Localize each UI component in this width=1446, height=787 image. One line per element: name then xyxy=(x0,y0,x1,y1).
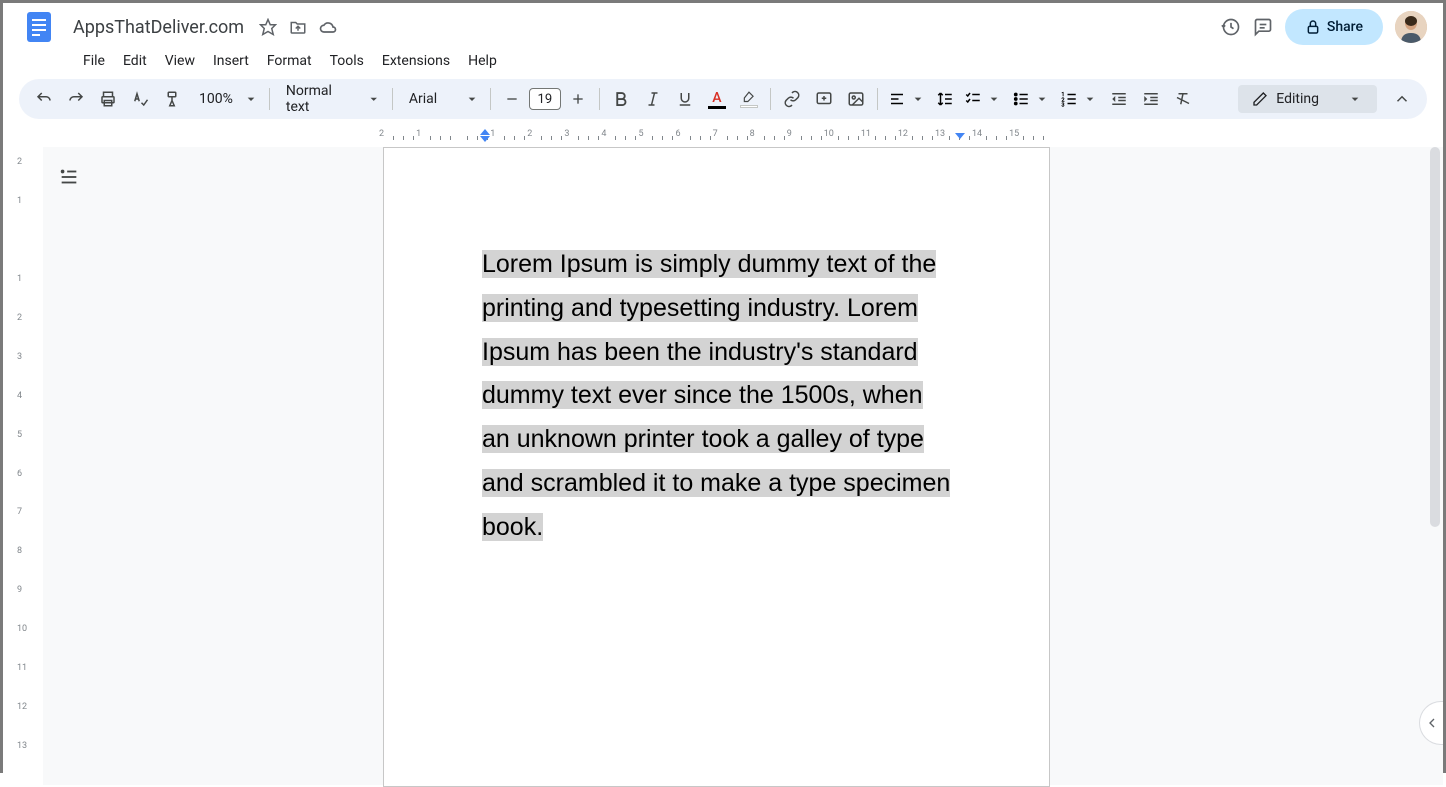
increase-font-size-button[interactable] xyxy=(563,84,593,114)
numbered-list-button[interactable]: 123 xyxy=(1056,90,1102,108)
style-value: Normal text xyxy=(280,83,363,115)
document-body[interactable]: Lorem Ipsum is simply dummy text of the … xyxy=(482,243,951,549)
menu-edit[interactable]: Edit xyxy=(115,49,155,73)
horizontal-ruler[interactable]: 21123456789101112131415 xyxy=(43,127,1443,147)
document-page[interactable]: Lorem Ipsum is simply dummy text of the … xyxy=(383,147,1050,787)
cloud-status-icon[interactable] xyxy=(318,17,338,37)
zoom-selector[interactable]: 100% xyxy=(189,91,263,107)
highlight-color-swatch xyxy=(740,105,758,108)
move-icon[interactable] xyxy=(288,17,308,37)
print-button[interactable] xyxy=(93,84,123,114)
star-icon[interactable] xyxy=(258,17,278,37)
text-color-button[interactable]: A xyxy=(702,84,732,114)
format-paint-button[interactable] xyxy=(157,84,187,114)
redo-button[interactable] xyxy=(61,84,91,114)
left-indent-marker[interactable] xyxy=(480,129,490,142)
style-selector[interactable]: Normal text xyxy=(276,83,386,115)
share-button[interactable]: Share xyxy=(1285,9,1383,45)
highlight-color-button[interactable] xyxy=(734,84,764,114)
italic-button[interactable] xyxy=(638,84,668,114)
bold-button[interactable] xyxy=(606,84,636,114)
decrease-font-size-button[interactable] xyxy=(497,84,527,114)
comments-icon[interactable] xyxy=(1253,17,1273,37)
increase-indent-button[interactable] xyxy=(1136,84,1166,114)
checklist-button[interactable] xyxy=(960,90,1006,108)
version-history-icon[interactable] xyxy=(1221,17,1241,37)
font-value: Arial xyxy=(403,91,443,107)
menu-file[interactable]: File xyxy=(75,49,113,73)
menu-format[interactable]: Format xyxy=(259,49,320,73)
mode-selector[interactable]: Editing xyxy=(1238,85,1377,113)
docs-logo[interactable] xyxy=(19,7,59,47)
share-label: Share xyxy=(1327,19,1363,35)
insert-link-button[interactable] xyxy=(777,84,807,114)
decrease-indent-button[interactable] xyxy=(1104,84,1134,114)
account-avatar[interactable] xyxy=(1395,11,1427,43)
zoom-value: 100% xyxy=(193,91,239,107)
menu-extensions[interactable]: Extensions xyxy=(374,49,458,73)
selected-text: Lorem Ipsum is simply dummy text of the … xyxy=(482,250,950,541)
right-indent-marker[interactable] xyxy=(955,133,965,139)
bullet-list-button[interactable] xyxy=(1008,90,1054,108)
spellcheck-button[interactable] xyxy=(125,84,155,114)
undo-button[interactable] xyxy=(29,84,59,114)
clear-formatting-button[interactable] xyxy=(1168,84,1198,114)
font-selector[interactable]: Arial xyxy=(399,91,484,107)
text-color-swatch xyxy=(708,106,726,109)
toolbar: 100% Normal text Arial 19 A xyxy=(19,79,1427,119)
mode-label: Editing xyxy=(1276,91,1319,107)
line-spacing-button[interactable] xyxy=(932,90,958,108)
vertical-ruler[interactable]: 2112345678910111213 xyxy=(3,147,43,785)
insert-comment-button[interactable] xyxy=(809,84,839,114)
document-title[interactable]: AppsThatDeliver.com xyxy=(67,15,250,40)
svg-text:3: 3 xyxy=(1061,103,1064,109)
align-button[interactable] xyxy=(884,90,930,108)
menu-tools[interactable]: Tools xyxy=(322,49,372,73)
font-size-input[interactable]: 19 xyxy=(529,88,561,110)
menu-bar: File Edit View Insert Format Tools Exten… xyxy=(19,45,1427,79)
collapse-toolbar-button[interactable] xyxy=(1387,84,1417,114)
side-panel-toggle[interactable] xyxy=(1419,701,1443,745)
insert-image-button[interactable] xyxy=(841,84,871,114)
underline-button[interactable] xyxy=(670,84,700,114)
menu-help[interactable]: Help xyxy=(460,49,505,73)
outline-toggle-button[interactable] xyxy=(51,159,87,195)
menu-view[interactable]: View xyxy=(157,49,203,73)
vertical-scrollbar[interactable] xyxy=(1430,147,1440,527)
menu-insert[interactable]: Insert xyxy=(205,49,257,73)
